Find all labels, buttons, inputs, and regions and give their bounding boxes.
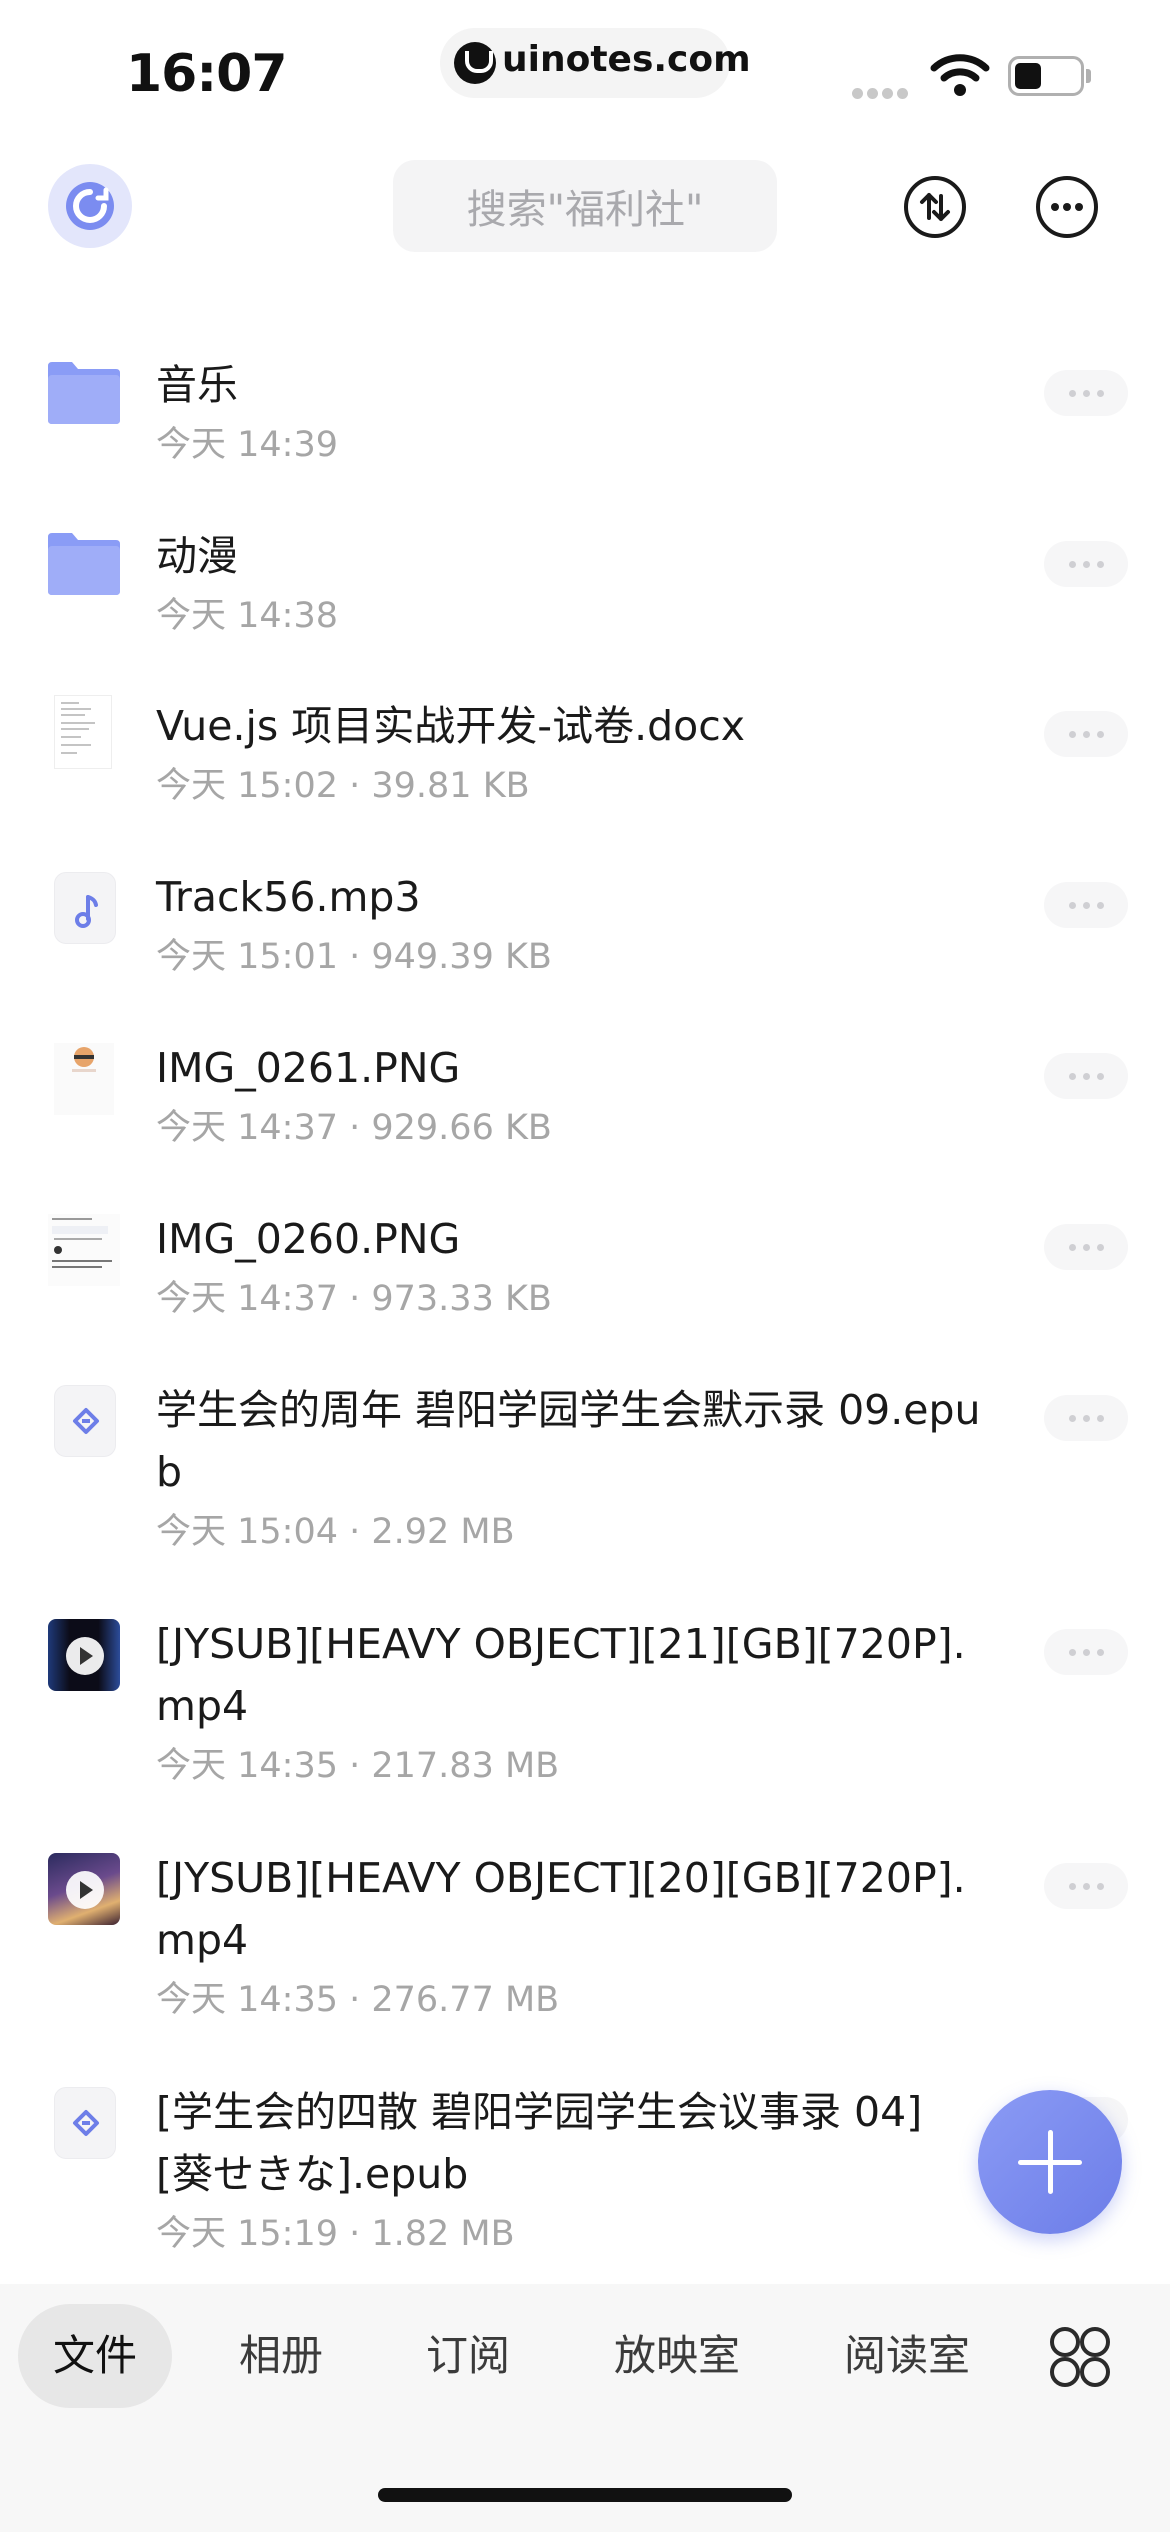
play-icon — [66, 1637, 104, 1675]
file-name: Vue.js 项目实战开发-试卷.docx — [156, 702, 746, 750]
tab-screening-room[interactable]: 放映室 — [590, 2304, 764, 2408]
more-dots-icon[interactable] — [1044, 882, 1128, 928]
home-indicator — [378, 2488, 792, 2502]
search-input[interactable]: 搜索"福利社" — [393, 160, 777, 252]
more-dots-icon[interactable] — [1044, 541, 1128, 587]
apps-grid-icon[interactable] — [1050, 2327, 1110, 2387]
file-meta: 今天 14:35 · 276.77 MB — [156, 1980, 560, 2020]
more-dots-icon[interactable] — [1044, 1395, 1128, 1441]
sort-arrows-icon[interactable] — [904, 176, 966, 238]
more-dots-icon[interactable] — [1044, 1053, 1128, 1099]
image-thumbnail — [48, 1043, 120, 1115]
epub-file-icon — [48, 1385, 120, 1457]
status-time: 16:07 — [126, 44, 288, 104]
cellular-signal-icon — [852, 84, 912, 103]
tab-files[interactable]: 文件 — [18, 2304, 172, 2408]
file-meta: 今天 14:39 — [156, 425, 338, 465]
tab-subscriptions[interactable]: 订阅 — [393, 2304, 543, 2408]
file-meta: 今天 14:37 · 929.66 KB — [156, 1108, 552, 1148]
video-thumbnail — [48, 1853, 120, 1925]
file-name: [JYSUB][HEAVY OBJECT][20][GB][720P].mp4 — [156, 1854, 966, 1964]
file-name: 动漫 — [156, 532, 238, 580]
sync-cloud-icon[interactable] — [48, 164, 132, 248]
more-dots-icon[interactable] — [1044, 1863, 1128, 1909]
file-meta: 今天 15:19 · 1.82 MB — [156, 2214, 515, 2254]
tab-reading-room[interactable]: 阅读室 — [820, 2304, 994, 2408]
status-bar: 16:07 uinotes.com — [0, 0, 1170, 140]
more-dots-icon[interactable] — [1044, 370, 1128, 416]
more-dots-icon[interactable] — [1044, 1224, 1128, 1270]
url-text: uinotes.com — [502, 39, 751, 80]
file-name: [学生会的四散 碧阳学园学生会议事录 04][葵せきな].epub — [156, 2088, 923, 2198]
document-thumbnail — [48, 695, 120, 773]
more-dots-icon[interactable] — [1044, 711, 1128, 757]
more-horizontal-icon[interactable] — [1036, 176, 1098, 238]
battery-tip — [1086, 69, 1091, 83]
file-meta: 今天 15:04 · 2.92 MB — [156, 1512, 515, 1552]
audio-file-icon — [48, 872, 120, 944]
epub-file-icon — [48, 2087, 120, 2159]
file-meta: 今天 14:37 · 973.33 KB — [156, 1279, 552, 1319]
tab-albums[interactable]: 相册 — [206, 2304, 356, 2408]
video-thumbnail — [48, 1619, 120, 1691]
folder-icon — [48, 533, 120, 595]
wifi-icon — [930, 54, 990, 96]
file-meta: 今天 14:38 — [156, 596, 338, 636]
add-button[interactable] — [978, 2090, 1122, 2234]
site-logo-icon — [454, 42, 496, 84]
file-name: 音乐 — [156, 361, 238, 409]
file-meta: 今天 14:35 · 217.83 MB — [156, 1746, 560, 1786]
file-meta: 今天 15:02 · 39.81 KB — [156, 766, 530, 806]
image-thumbnail — [48, 1214, 120, 1286]
file-name: 学生会的周年 碧阳学园学生会默示录 09.epub — [156, 1386, 981, 1496]
file-name: [JYSUB][HEAVY OBJECT][21][GB][720P].mp4 — [156, 1620, 966, 1730]
more-dots-icon[interactable] — [1044, 1629, 1128, 1675]
file-name: IMG_0261.PNG — [156, 1044, 461, 1092]
battery-icon — [1008, 56, 1084, 96]
file-name: Track56.mp3 — [156, 873, 421, 921]
file-name: IMG_0260.PNG — [156, 1215, 461, 1263]
play-icon — [66, 1871, 104, 1909]
folder-icon — [48, 362, 120, 424]
url-pill[interactable]: uinotes.com — [440, 28, 751, 98]
file-meta: 今天 15:01 · 949.39 KB — [156, 937, 552, 977]
